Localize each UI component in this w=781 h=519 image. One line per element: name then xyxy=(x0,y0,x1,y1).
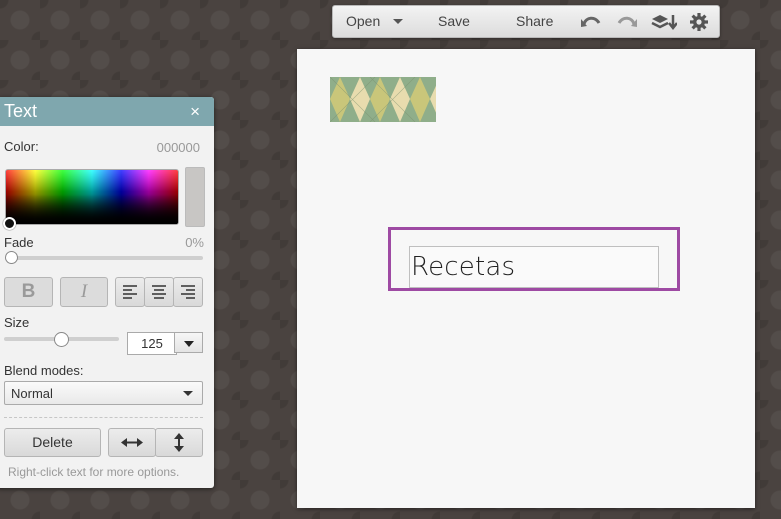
color-spectrum-picker[interactable] xyxy=(5,169,179,225)
save-button[interactable]: Save xyxy=(438,6,470,37)
align-right-icon xyxy=(181,285,195,299)
share-button[interactable]: Share xyxy=(516,6,553,37)
fade-slider-thumb[interactable] xyxy=(5,251,18,264)
hint-text: Right-click text for more options. xyxy=(8,465,180,479)
color-preview-swatch xyxy=(185,167,205,227)
flip-horizontal-icon xyxy=(121,438,143,447)
text-element[interactable]: Recetas xyxy=(409,246,659,288)
fade-value: 0% xyxy=(185,235,204,250)
undo-icon[interactable] xyxy=(580,12,602,32)
align-left-button[interactable] xyxy=(115,277,145,307)
text-element-content[interactable]: Recetas xyxy=(411,252,515,282)
align-right-button[interactable] xyxy=(173,277,203,307)
flip-vertical-icon xyxy=(174,433,184,452)
alignment-group xyxy=(115,277,203,307)
color-label: Color: xyxy=(4,139,39,154)
text-panel-header[interactable]: Text × xyxy=(0,97,214,126)
align-left-icon xyxy=(123,285,137,299)
chevron-down-icon xyxy=(183,391,193,396)
chevron-down-icon xyxy=(184,341,194,347)
gear-icon[interactable] xyxy=(689,12,711,32)
open-button[interactable]: Open xyxy=(346,6,380,37)
blend-modes-label: Blend modes: xyxy=(4,363,84,378)
panel-title: Text xyxy=(4,101,38,121)
color-picker-handle[interactable] xyxy=(3,217,16,230)
delete-button[interactable]: Delete xyxy=(4,428,101,457)
fade-slider-track[interactable] xyxy=(10,256,203,260)
size-input[interactable]: 125 xyxy=(127,332,177,355)
chevron-down-icon[interactable] xyxy=(393,19,403,24)
bold-button[interactable]: B xyxy=(4,277,53,307)
flip-vertical-button[interactable] xyxy=(155,428,203,457)
text-panel: Text × Color: 000000 Fade 0% B I Size 12… xyxy=(0,97,214,488)
size-dropdown-button[interactable] xyxy=(174,332,203,353)
align-center-icon xyxy=(152,285,166,299)
flip-horizontal-button[interactable] xyxy=(108,428,156,457)
align-center-button[interactable] xyxy=(144,277,174,307)
argyle-pattern-image[interactable] xyxy=(330,77,436,122)
size-label: Size xyxy=(4,315,30,330)
size-slider-thumb[interactable] xyxy=(54,332,69,347)
blend-mode-select[interactable]: Normal xyxy=(4,381,203,405)
layers-icon[interactable] xyxy=(651,12,678,32)
top-toolbar: Open Save Share xyxy=(332,5,720,38)
design-canvas[interactable]: Recetas xyxy=(297,49,755,508)
blend-mode-value: Normal xyxy=(11,386,53,401)
close-icon[interactable]: × xyxy=(190,102,200,122)
color-hex-value[interactable]: 000000 xyxy=(157,140,200,155)
divider xyxy=(4,417,203,418)
redo-icon[interactable] xyxy=(616,12,638,32)
fade-label: Fade xyxy=(4,235,34,250)
italic-button[interactable]: I xyxy=(60,277,108,307)
